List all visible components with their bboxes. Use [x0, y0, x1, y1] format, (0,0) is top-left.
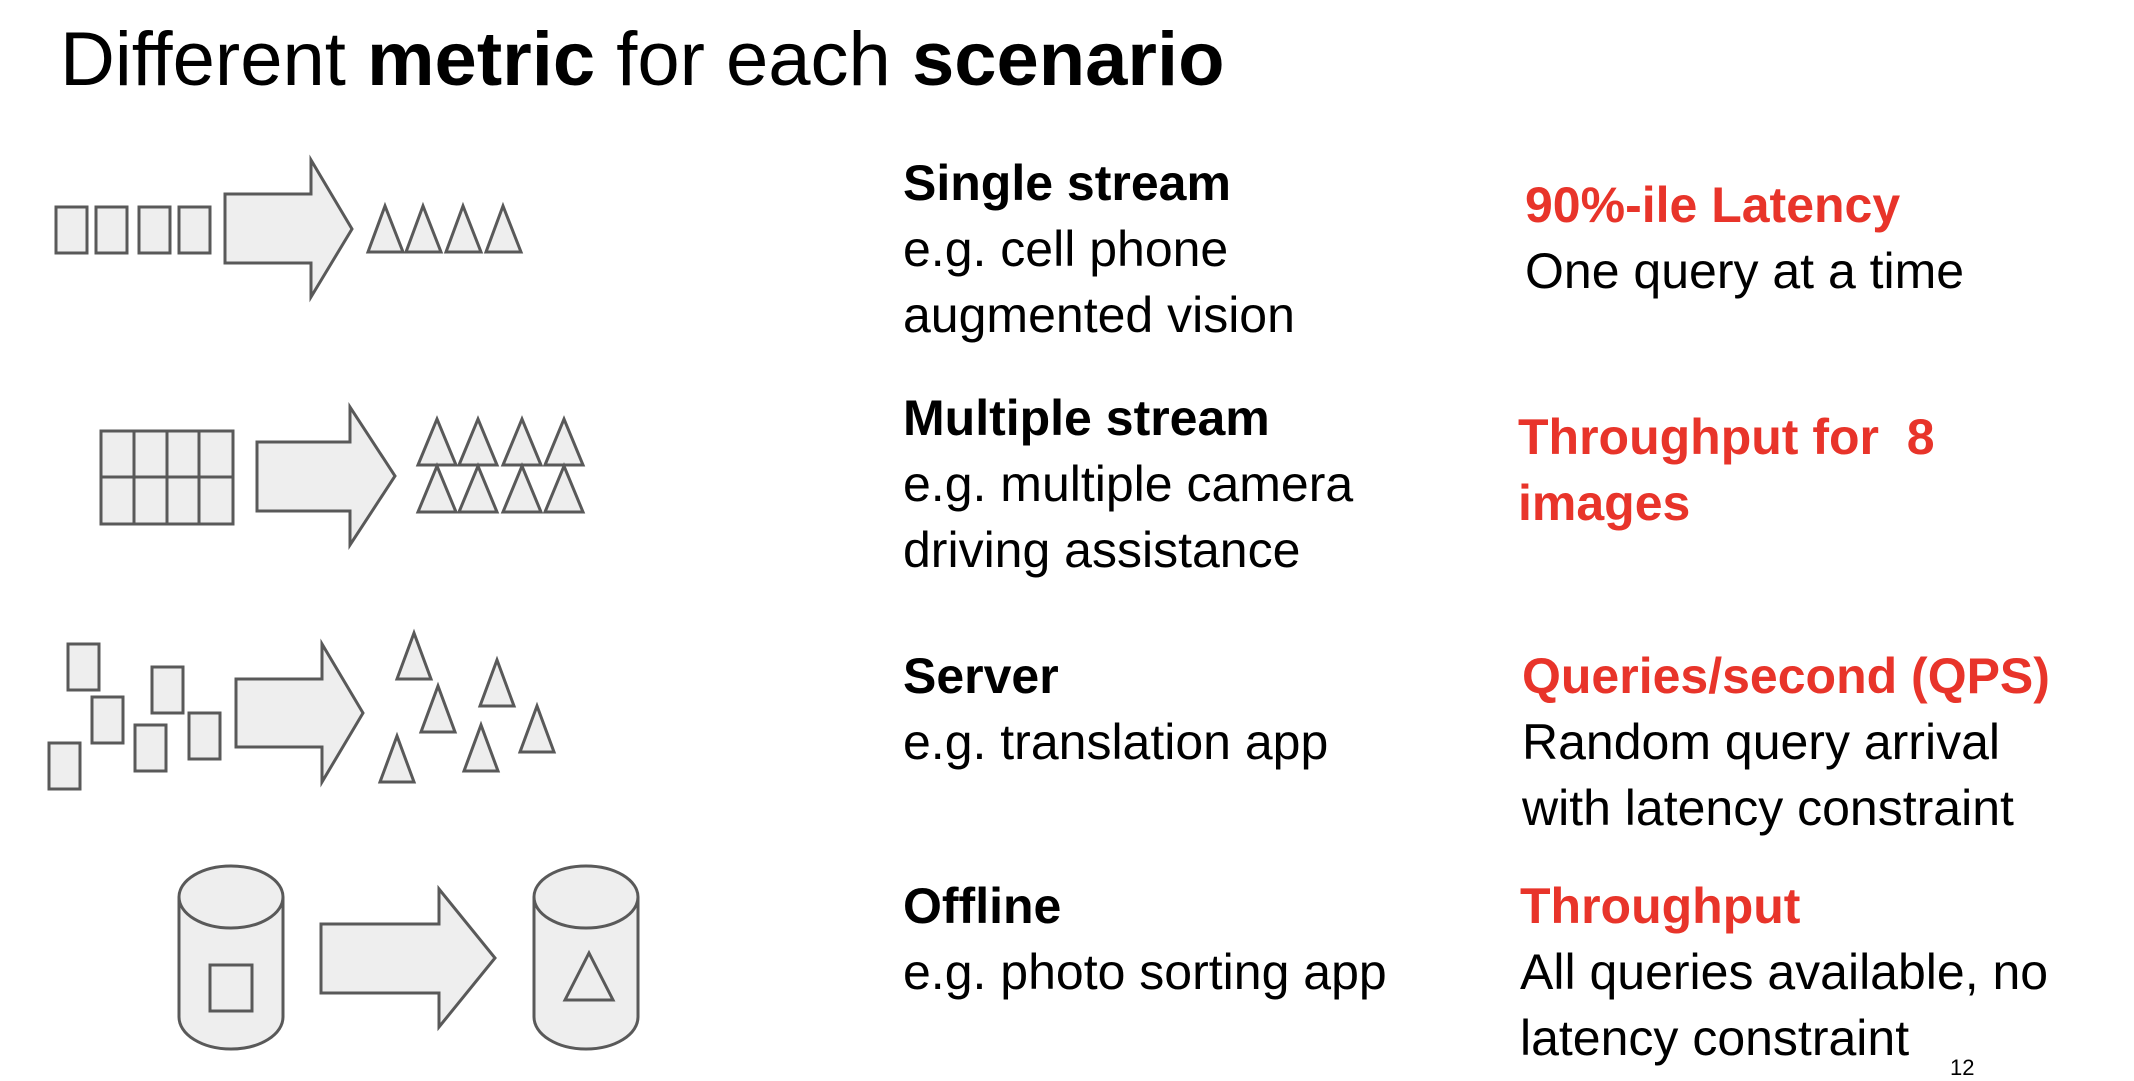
- scenario-server: Server e.g. translation app: [903, 643, 1328, 775]
- arrow-right-icon: [255, 401, 397, 551]
- square-icon: [47, 741, 82, 791]
- triangle-icon: [500, 415, 544, 467]
- output-database-icon: [532, 864, 640, 1051]
- multiple-stream-diagram: [99, 401, 586, 551]
- square-icon: [208, 963, 254, 1013]
- triangle-icon: [542, 415, 586, 467]
- metric-detail: All queries available, no: [1520, 944, 2049, 1000]
- triangle-icon: [403, 201, 444, 254]
- triangle-icon: [542, 462, 586, 514]
- metric-detail: One query at a time: [1525, 243, 1965, 299]
- scenario-example: e.g. cell phone: [903, 221, 1229, 277]
- triangle-icon: [477, 655, 517, 708]
- square-icon: [150, 665, 185, 715]
- database-top: [177, 864, 285, 930]
- square-icon: [177, 205, 212, 255]
- square-icon: [54, 205, 89, 255]
- metric-detail: Random query arrival: [1522, 714, 2000, 770]
- offline-diagram: [177, 864, 640, 1051]
- triangle-icon: [456, 415, 500, 467]
- scenario-example: e.g. multiple camera: [903, 456, 1354, 512]
- server-diagram: [47, 628, 557, 791]
- arrow-right-icon: [234, 638, 365, 788]
- triangle-icon: [456, 462, 500, 514]
- scenario-offline: Offline e.g. photo sorting app: [903, 873, 1387, 1005]
- square-icon: [90, 695, 125, 745]
- triangle-icon: [517, 701, 557, 754]
- triangle-icon: [443, 201, 484, 254]
- square-icon: [137, 205, 172, 255]
- scenario-example: e.g. translation app: [903, 714, 1329, 770]
- triangle-icon: [461, 720, 501, 773]
- triangle-icon: [483, 201, 524, 254]
- metric-label: Queries/second (QPS): [1522, 648, 2050, 704]
- square-icon: [133, 723, 168, 773]
- metric-label: Throughput for 8: [1518, 409, 1935, 465]
- metric-label: 90%-ile Latency: [1525, 177, 1901, 233]
- metric-detail: with latency constraint: [1522, 780, 2014, 836]
- arrow-right-icon: [319, 884, 497, 1032]
- scenario-name: Multiple stream: [903, 390, 1270, 446]
- square-icon: [94, 205, 129, 255]
- metric-server: Queries/second (QPS) Random query arriva…: [1522, 643, 2050, 841]
- scenario-example: e.g. photo sorting app: [903, 944, 1387, 1000]
- scenario-name: Offline: [903, 878, 1062, 934]
- output-triangles: [415, 415, 586, 514]
- triangle-icon: [415, 462, 459, 514]
- triangle-icon: [500, 462, 544, 514]
- input-squares-scattered: [47, 642, 222, 791]
- metric-offline: Throughput All queries available, no lat…: [1520, 873, 2048, 1071]
- square-icon: [187, 711, 222, 761]
- page-number: 12: [1950, 1055, 1975, 1080]
- scenario-single-stream: Single stream e.g. cell phone augmented …: [903, 150, 1295, 348]
- triangle-icon: [418, 681, 458, 734]
- triangle-icon: [394, 628, 434, 681]
- input-database-icon: [177, 864, 285, 1051]
- arrow-right-icon: [223, 154, 354, 303]
- scenario-name: Server: [903, 648, 1059, 704]
- metric-multiple-stream: Throughput for 8 images: [1518, 404, 1935, 536]
- single-stream-diagram: [54, 154, 524, 303]
- scenario-example: augmented vision: [903, 287, 1295, 343]
- scenario-multiple-stream: Multiple stream e.g. multiple camera dri…: [903, 385, 1353, 583]
- triangle-icon: [415, 415, 459, 467]
- database-top: [532, 864, 640, 930]
- output-triangles-scattered: [377, 628, 557, 784]
- square-icon: [66, 642, 101, 692]
- input-grid: [99, 429, 235, 526]
- scenario-name: Single stream: [903, 155, 1231, 211]
- metric-label: images: [1518, 475, 1691, 531]
- output-triangles: [365, 201, 524, 254]
- scenario-example: driving assistance: [903, 522, 1301, 578]
- metric-label: Throughput: [1520, 878, 1801, 934]
- input-squares: [54, 205, 212, 255]
- triangle-icon: [365, 201, 406, 254]
- metric-single-stream: 90%-ile Latency One query at a time: [1525, 172, 1964, 304]
- triangle-icon: [377, 731, 417, 784]
